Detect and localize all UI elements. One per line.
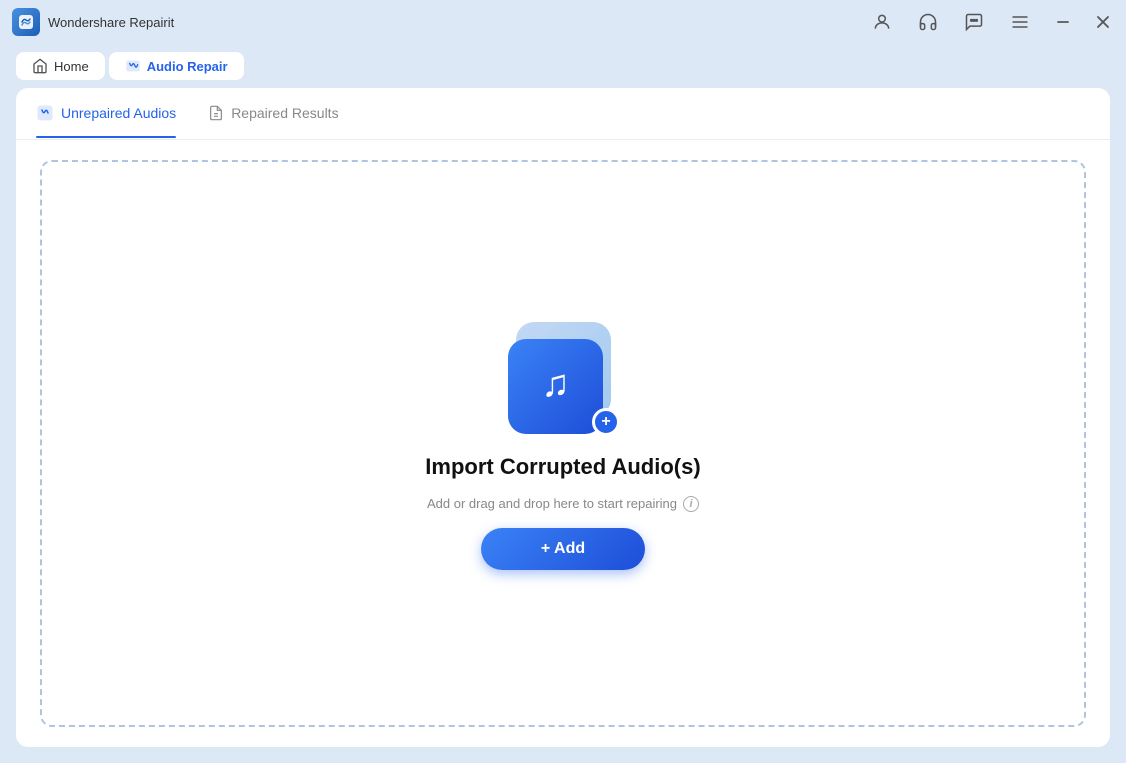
headphone-icon-button[interactable] bbox=[914, 8, 942, 36]
import-subtitle: Add or drag and drop here to start repai… bbox=[427, 496, 699, 512]
user-icon-button[interactable] bbox=[868, 8, 896, 36]
titlebar-left: Wondershare Repairit bbox=[12, 8, 174, 36]
tab-unrepaired-label: Unrepaired Audios bbox=[61, 105, 176, 121]
import-subtitle-text: Add or drag and drop here to start repai… bbox=[427, 496, 677, 511]
chat-icon-button[interactable] bbox=[960, 8, 988, 36]
add-plus-circle-icon: + bbox=[592, 408, 620, 436]
tab-repaired-label: Repaired Results bbox=[231, 105, 338, 121]
navbar: Home Audio Repair bbox=[0, 44, 1126, 88]
add-button[interactable]: + Add bbox=[481, 528, 645, 570]
audio-repair-nav-label: Audio Repair bbox=[147, 59, 228, 74]
tab-unrepaired-audios[interactable]: Unrepaired Audios bbox=[36, 104, 176, 124]
info-icon[interactable]: i bbox=[683, 496, 699, 512]
tabs-bar: Unrepaired Audios Repaired Results bbox=[16, 88, 1110, 140]
music-icon-wrapper: ♫ + bbox=[498, 318, 628, 438]
minimize-button[interactable] bbox=[1052, 11, 1074, 33]
app-icon bbox=[12, 8, 40, 36]
close-button[interactable] bbox=[1092, 11, 1114, 33]
music-card-front: ♫ bbox=[508, 339, 603, 434]
app-title: Wondershare Repairit bbox=[48, 15, 174, 30]
titlebar-controls bbox=[868, 8, 1114, 36]
main-panel: Unrepaired Audios Repaired Results ♫ + I… bbox=[16, 88, 1110, 747]
audio-repair-nav-button[interactable]: Audio Repair bbox=[109, 52, 244, 80]
drop-zone[interactable]: ♫ + Import Corrupted Audio(s) Add or dra… bbox=[40, 160, 1086, 727]
tab-repaired-results[interactable]: Repaired Results bbox=[208, 105, 338, 123]
music-note-icon: ♫ bbox=[541, 363, 570, 406]
import-title: Import Corrupted Audio(s) bbox=[425, 454, 700, 480]
titlebar: Wondershare Repairit bbox=[0, 0, 1126, 44]
home-nav-button[interactable]: Home bbox=[16, 52, 105, 80]
menu-icon-button[interactable] bbox=[1006, 8, 1034, 36]
add-button-label: + Add bbox=[541, 540, 585, 558]
home-nav-label: Home bbox=[54, 59, 89, 74]
